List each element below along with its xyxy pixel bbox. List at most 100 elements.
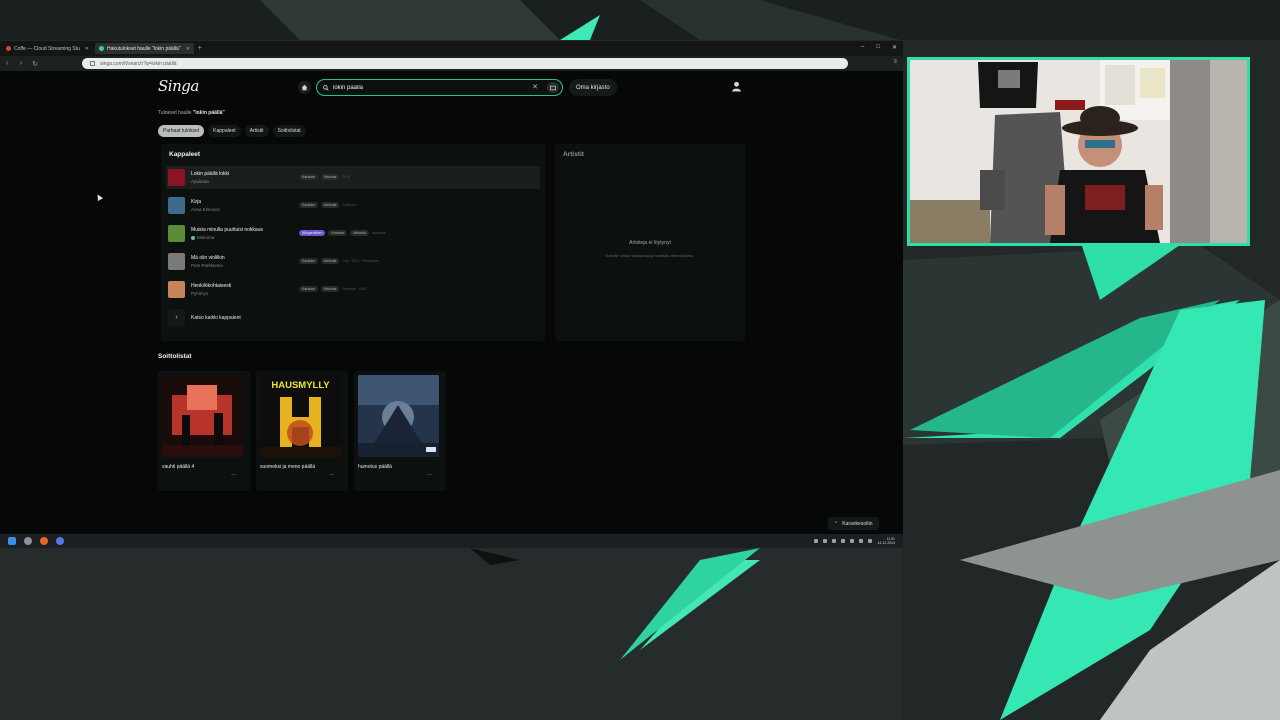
- app-logo[interactable]: Singa: [158, 77, 199, 95]
- playlist-name: humotus päällä: [358, 464, 392, 470]
- songs-heading: Kappaleet: [169, 151, 201, 158]
- playlist-cover: HAUSMYLLY: [260, 375, 341, 457]
- address-bar[interactable]: singa.com/fi/search?q=lokin päällä: [82, 58, 848, 69]
- playlist-name: suomeksi ja meno päällä: [260, 464, 316, 470]
- song-row[interactable]: Henkilökohtaisesti Pyhimys Karaoke Melod…: [166, 278, 540, 301]
- forward-icon[interactable]: ›: [14, 60, 28, 67]
- results-caption: Tulokset haulle "lokin päällä": [158, 110, 225, 116]
- song-artist: Pete Parkkonen: [191, 263, 224, 268]
- singa-app: Singa ✕ Oma kirjasto Tulokset haulle "lo…: [0, 71, 903, 534]
- song-artist: Apulanta: [191, 179, 209, 184]
- back-icon[interactable]: ‹: [0, 60, 14, 67]
- browser-tab-1[interactable]: Coffe — Cloud Streaming Stu ✕: [2, 43, 93, 54]
- playlist-cover: [162, 375, 243, 457]
- tag-badge: Karaoke: [299, 258, 319, 264]
- tab-close-icon[interactable]: ✕: [85, 46, 89, 52]
- browser-window: Coffe — Cloud Streaming Stu ✕ Hakutuloks…: [0, 41, 903, 548]
- tab-close-icon[interactable]: ✕: [186, 46, 190, 52]
- home-icon: [301, 84, 308, 91]
- tray-icon[interactable]: [841, 539, 846, 543]
- firefox-icon[interactable]: [40, 537, 48, 545]
- karaoke-player-toggle[interactable]: ⌃ Karaokesoitin: [828, 517, 879, 530]
- see-all-songs-link[interactable]: › Katso kaikki kappaleet: [166, 309, 241, 326]
- chip-songs[interactable]: Kappaleet: [208, 125, 241, 137]
- song-meta: 2014: [342, 175, 351, 179]
- search-taskbar-icon[interactable]: [24, 537, 32, 545]
- artists-panel: Artistit Artisteja ei löytynyt Kokeile t…: [555, 144, 745, 341]
- playlist-card[interactable]: vauhti päällä 4 ···: [158, 371, 250, 491]
- search-icon: [323, 84, 329, 91]
- verified-icon: [191, 235, 195, 240]
- start-icon[interactable]: [8, 537, 16, 545]
- user-icon[interactable]: [731, 81, 742, 92]
- webcam-feed: [907, 57, 1250, 246]
- home-button[interactable]: [298, 81, 311, 94]
- search-input[interactable]: [333, 84, 523, 91]
- playlist-card[interactable]: HAUSMYLLY suomeksi ja meno päällä ···: [256, 371, 348, 491]
- taskbar-clock[interactable]: 11.51 14.12.2024: [877, 537, 895, 545]
- more-options-icon[interactable]: ···: [329, 472, 334, 478]
- tag-badge: Karaoke: [328, 230, 348, 236]
- clear-search-icon[interactable]: ✕: [532, 83, 538, 91]
- tray-icon[interactable]: [814, 539, 819, 543]
- chip-playlists[interactable]: Soittolistat: [272, 125, 306, 137]
- tag-badge: Karaoke: [299, 202, 319, 208]
- song-tags: Alkuperäinen Karaoke Melodia Apulanta: [299, 230, 386, 236]
- chip-best-results[interactable]: Parhaat tulokset: [158, 125, 205, 137]
- window-controls: – □ ✕: [861, 44, 897, 51]
- volume-icon[interactable]: [868, 539, 873, 543]
- song-row[interactable]: Mä olin violilkin Pete Parkkonen Karaoke…: [166, 250, 540, 273]
- playlists-heading: Soittolistat: [158, 353, 192, 360]
- reload-icon[interactable]: ↻: [28, 60, 42, 68]
- maximize-icon[interactable]: □: [876, 44, 880, 51]
- address-text: singa.com/fi/search?q=lokin päällä: [100, 60, 177, 67]
- my-library-button[interactable]: Oma kirjasto: [569, 79, 617, 96]
- new-tab-icon[interactable]: +: [198, 45, 202, 52]
- tray-icon[interactable]: [850, 539, 855, 543]
- tag-badge: Melodia: [321, 258, 340, 264]
- tag-badge: Alkuperäinen: [299, 230, 326, 236]
- artists-empty-subtitle: Kokeile toista hakusanaa ja tarkista oik…: [605, 253, 695, 258]
- wifi-icon[interactable]: [859, 539, 864, 543]
- mouse-cursor: [94, 192, 104, 202]
- chevron-up-icon: ⌃: [834, 520, 839, 527]
- filter-chips: Parhaat tulokset Kappaleet Artistit Soit…: [158, 125, 306, 137]
- chip-artists[interactable]: Artistit: [244, 125, 269, 137]
- song-artist: Pyhimys: [191, 291, 209, 296]
- close-window-icon[interactable]: ✕: [892, 44, 897, 51]
- song-thumbnail: [168, 281, 185, 298]
- windows-taskbar: 11.51 14.12.2024: [0, 534, 903, 548]
- song-row[interactable]: Kirja Anna Eriksson Karaoke Melodia Erik…: [166, 194, 540, 217]
- lock-icon: [90, 61, 95, 66]
- tag-badge: Melodia: [350, 230, 369, 236]
- song-tags: Karaoke Melodia 2014: [299, 174, 350, 180]
- cover-art-blue-rider: [358, 375, 439, 457]
- song-thumbnail: [168, 197, 185, 214]
- chevron-right-icon: ›: [168, 309, 185, 326]
- tray-icon[interactable]: [832, 539, 837, 543]
- song-artist: Anna Eriksson: [191, 207, 221, 212]
- more-options-icon[interactable]: ···: [231, 472, 236, 478]
- minimize-icon[interactable]: –: [861, 44, 864, 51]
- browser-toolbar: ‹ › ↻ singa.com/fi/search?q=lokin päällä…: [0, 56, 903, 71]
- svg-text:HAUSMYLLY: HAUSMYLLY: [271, 380, 330, 391]
- browser-menu-icon[interactable]: ≡: [893, 59, 897, 65]
- song-row[interactable]: Lokin päällä lokki Apulanta Karaoke Melo…: [166, 166, 540, 189]
- browser-tab-2[interactable]: Hakutulokset haulle "lokin päällä" ✕: [94, 43, 194, 54]
- song-thumbnail: [168, 169, 185, 186]
- discord-icon[interactable]: [56, 537, 64, 545]
- webcam-image: [910, 60, 1247, 243]
- song-meta: Apulanta: [371, 231, 386, 235]
- tag-badge: Karaoke: [299, 286, 319, 292]
- songs-panel: Kappaleet Lokin päällä lokki Apulanta Ka…: [161, 144, 545, 341]
- more-options-icon[interactable]: ···: [427, 472, 432, 478]
- playlist-name: vauhti päällä 4: [162, 464, 195, 470]
- song-tags: Karaoke Melodia Pop · 2012 · Parkkonen: [299, 258, 379, 264]
- tag-badge: Melodia: [321, 174, 340, 180]
- browse-button[interactable]: [547, 82, 559, 93]
- song-row[interactable]: Muista minulla puuttuisi nokkaus Mokoma …: [166, 222, 540, 245]
- tray-icon[interactable]: [823, 539, 828, 543]
- playlist-card[interactable]: humotus päällä ···: [354, 371, 446, 491]
- song-tags: Karaoke Melodia Eriksson: [299, 202, 356, 208]
- song-artist: Mokoma: [191, 235, 291, 240]
